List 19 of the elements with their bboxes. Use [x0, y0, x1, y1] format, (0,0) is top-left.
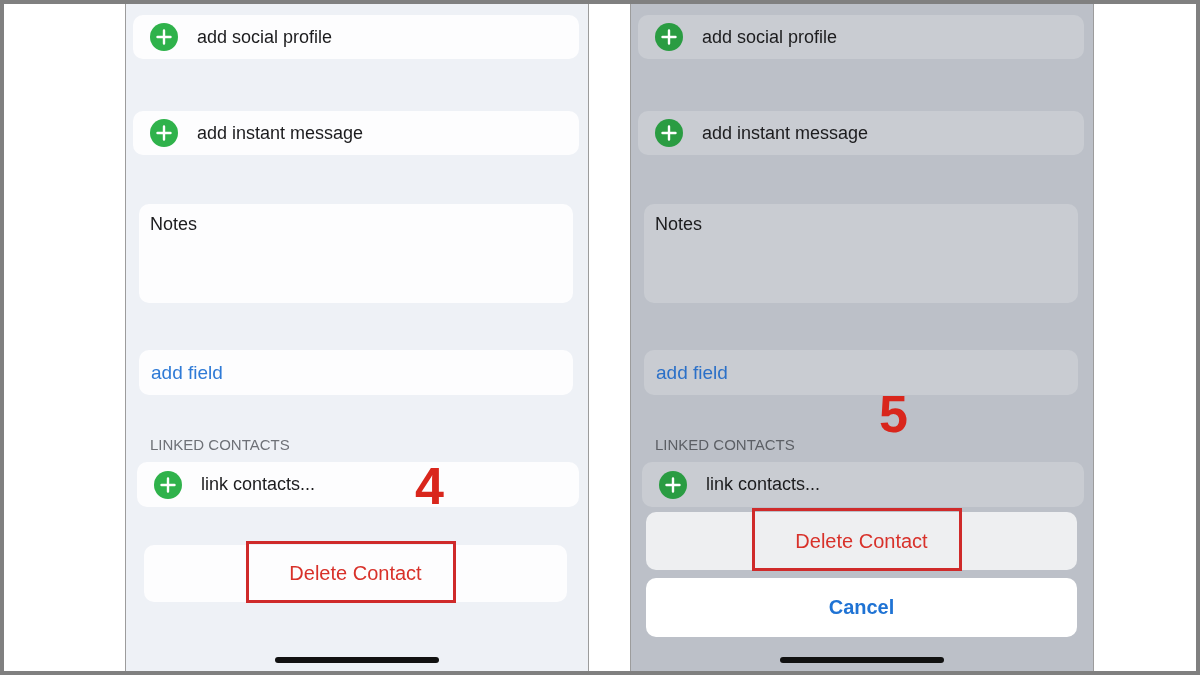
notes-field[interactable]: Notes — [139, 204, 573, 303]
section-header: LINKED CONTACTS — [655, 436, 795, 454]
list-row[interactable]: link contacts... — [642, 462, 1084, 507]
list-row[interactable]: add social profile — [638, 15, 1084, 59]
plus-icon — [659, 470, 687, 499]
list-row[interactable]: add instant message — [133, 111, 579, 155]
plus-icon — [150, 119, 178, 147]
plus-icon — [150, 23, 178, 51]
add-field-button[interactable]: add field — [139, 350, 573, 395]
cancel-button[interactable]: Cancel — [646, 578, 1077, 637]
section-header: LINKED CONTACTS — [150, 436, 290, 454]
notes-field[interactable]: Notes — [644, 204, 1078, 303]
plus-icon — [154, 470, 182, 499]
field-label: Notes — [655, 214, 703, 235]
list-row[interactable]: add social profile — [133, 15, 579, 59]
plus-icon — [655, 119, 683, 147]
field-label: Notes — [150, 214, 198, 235]
list-row[interactable]: add instant message — [638, 111, 1084, 155]
plus-icon — [655, 23, 683, 51]
